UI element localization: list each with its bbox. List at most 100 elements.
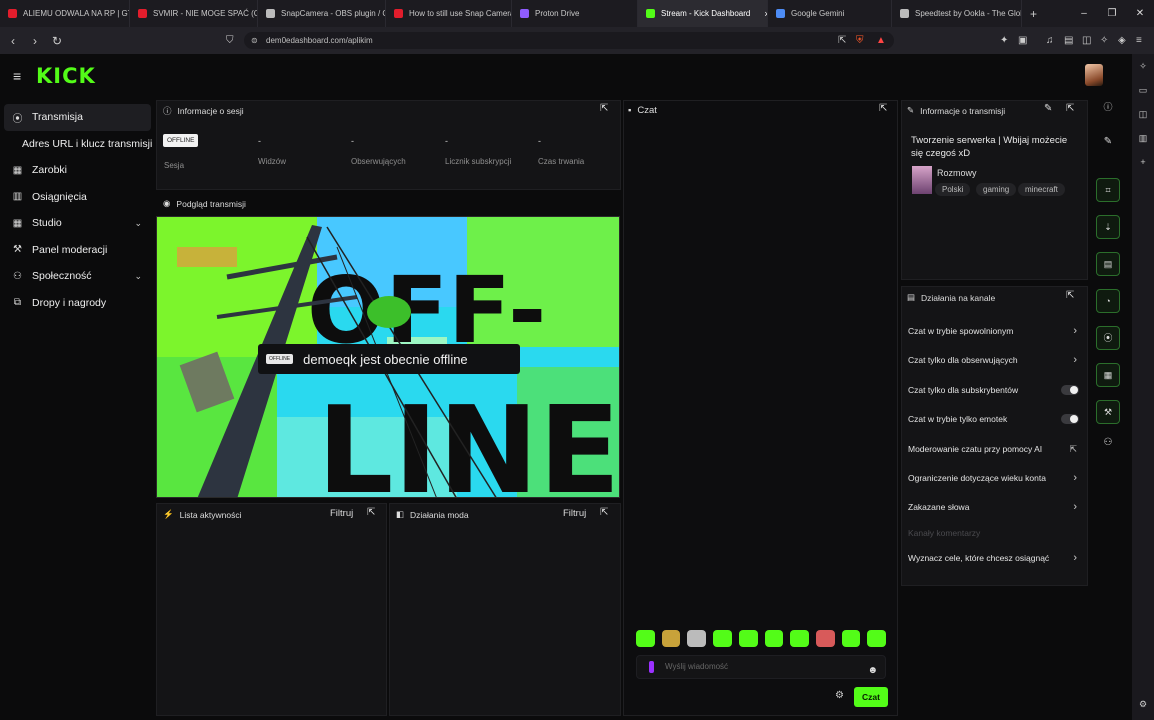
bookmarks-icon[interactable]: ▥: [1132, 126, 1154, 150]
emote-icon[interactable]: [790, 630, 809, 647]
layout-icon[interactable]: ▦: [1096, 363, 1120, 387]
vpn-icon[interactable]: ◈: [1118, 27, 1126, 54]
sidebar-item-dropy[interactable]: ⧉ Dropy i nagrody: [0, 290, 154, 317]
emote-icon[interactable]: [661, 630, 681, 647]
wallet-icon[interactable]: ◫: [1082, 27, 1091, 54]
raid-icon[interactable]: ⇣: [1096, 215, 1120, 239]
browser-menu-icon[interactable]: ≡: [1136, 27, 1142, 54]
reload-icon[interactable]: ↻: [48, 34, 66, 48]
forward-icon[interactable]: ›: [26, 34, 44, 48]
sidebar-item-studio[interactable]: ▦ Studio ⌄: [0, 210, 154, 237]
chat-settings-icon[interactable]: ⚙: [835, 690, 844, 701]
sidebar-item-transmisja[interactable]: ⦿ Transmisja: [4, 104, 151, 131]
bookmark-icon[interactable]: ⛉: [226, 27, 234, 54]
popout-icon[interactable]: ⇱: [879, 103, 887, 114]
emote-icon[interactable]: [738, 630, 758, 647]
site-info-icon[interactable]: ⊜: [251, 32, 258, 49]
emote-icon[interactable]: [841, 630, 861, 647]
broadcast-icon[interactable]: ⦿: [1096, 326, 1120, 350]
screenshot-icon[interactable]: ▣: [1018, 27, 1027, 54]
tab-favicon-icon: [266, 9, 275, 18]
panel-settings-icon[interactable]: ⚙: [1132, 692, 1154, 716]
clip-icon[interactable]: ⌗: [1096, 178, 1120, 202]
channel-setting-row[interactable]: Czat tylko dla obserwujących ›: [908, 350, 1083, 370]
url-field[interactable]: ⊜ dem0edashboard.com/aplikim: [244, 32, 894, 49]
channel-setting-row[interactable]: Ograniczenie dotyczące wieku konta ›: [908, 468, 1083, 488]
leo-icon[interactable]: ✧: [1100, 27, 1108, 54]
sidebar-item-zarobki[interactable]: ▦ Zarobki: [0, 157, 154, 184]
browser-tab[interactable]: Speedtest by Ookla - The Glob: [892, 0, 1022, 27]
browser-tab[interactable]: SVMIR - NIE MOGE SPAĆ (Offi: [130, 0, 258, 27]
popout-icon[interactable]: ⇱: [1066, 290, 1074, 301]
emote-icon[interactable]: [713, 630, 732, 647]
close-button[interactable]: ✕: [1126, 0, 1154, 27]
edit-icon[interactable]: ✎: [1044, 103, 1052, 114]
emote-icon[interactable]: [764, 630, 784, 647]
tag-chip: minecraft: [1018, 183, 1065, 196]
avatar[interactable]: [1085, 64, 1103, 86]
wallet-icon[interactable]: ◫: [1132, 102, 1154, 126]
rewards-icon[interactable]: ▲: [876, 27, 886, 54]
tab-label: Google Gemini: [791, 9, 845, 18]
emote-icon[interactable]: [815, 630, 835, 647]
community-icon[interactable]: ⚇: [1094, 437, 1122, 453]
channel-setting-row[interactable]: Czat tylko dla subskrybentów: [908, 380, 1083, 400]
brave-shield-icon[interactable]: ⛨: [856, 27, 864, 54]
channel-setting-row[interactable]: Czat w trybie tylko emotek: [908, 409, 1083, 429]
reading-list-icon[interactable]: ▭: [1132, 78, 1154, 102]
edit-icon[interactable]: ✎: [1094, 136, 1122, 152]
chat-input[interactable]: Wyślij wiadomość ☻: [636, 655, 886, 679]
channel-setting-label: Ograniczenie dotyczące wieku konta: [908, 473, 1046, 483]
wrench-icon[interactable]: ⚒: [1096, 400, 1120, 424]
send-chat-button[interactable]: Czat: [854, 687, 888, 707]
browser-tab[interactable]: SnapCamera - OBS plugin / Co: [258, 0, 386, 27]
maximize-button[interactable]: ❐: [1098, 0, 1126, 27]
add-panel-icon[interactable]: +: [1132, 150, 1154, 174]
popout-icon[interactable]: ⇱: [600, 103, 608, 114]
browser-tab[interactable]: How to still use Snap Camera: [386, 0, 512, 27]
channel-setting-row[interactable]: Czat w trybie spowolnionym ›: [908, 321, 1083, 341]
sidebar-item-stream-key[interactable]: Adres URL i klucz transmisji: [0, 131, 154, 158]
share-icon[interactable]: ⇱: [838, 27, 846, 54]
back-icon[interactable]: ‹: [4, 34, 22, 48]
channel-setting-row[interactable]: Kanały komentarzy: [908, 523, 1083, 543]
info-icon[interactable]: ⓘ: [1094, 100, 1122, 116]
emote-icon[interactable]: [636, 630, 655, 647]
sidebar-item-label: Panel moderacji: [32, 243, 108, 256]
channel-setting-row[interactable]: Zakazane słowa ›: [908, 497, 1083, 517]
mod-filter-button[interactable]: Filtruj: [563, 508, 586, 519]
session-info-header: ⓘ Informacje o sesji: [163, 105, 244, 117]
extensions-icon[interactable]: ✦: [1000, 27, 1008, 54]
popout-icon[interactable]: ⇱: [367, 507, 375, 518]
channel-setting-row[interactable]: Moderowanie czatu przy pomocy AI ⇱: [908, 439, 1083, 459]
channel-actions-title: Działania na kanale: [921, 292, 996, 303]
kick-logo[interactable]: KICK: [36, 64, 96, 88]
channel-setting-row[interactable]: Wyznacz cele, które chcesz osiągnąć ›: [908, 548, 1083, 568]
minimize-button[interactable]: –: [1070, 0, 1098, 27]
browser-tab[interactable]: Stream - Kick Dashboard×: [638, 0, 768, 27]
media-icon[interactable]: ♫: [1046, 27, 1054, 54]
emote-icon[interactable]: [867, 630, 887, 647]
sidebar-item-spolecznosc[interactable]: ⚇ Społeczność ⌄: [0, 263, 154, 290]
chat-bubble-icon[interactable]: ◔: [1096, 289, 1120, 313]
sidebar-item-label: Studio: [32, 217, 62, 230]
popout-icon[interactable]: ⇱: [600, 507, 608, 518]
browser-tab[interactable]: Proton Drive: [512, 0, 638, 27]
toggle-switch[interactable]: [1061, 385, 1079, 395]
new-tab-button[interactable]: +: [1030, 7, 1037, 21]
browser-tab[interactable]: ALIEMU ODWALA NA RP | GTA: [0, 0, 130, 27]
browser-tab[interactable]: Google Gemini: [768, 0, 892, 27]
toggle-switch[interactable]: [1061, 414, 1079, 424]
activity-filter-button[interactable]: Filtruj: [330, 508, 353, 519]
emote-icon[interactable]: [687, 630, 707, 647]
menu-icon[interactable]: ≡: [13, 68, 21, 84]
sidebar-item-osiagniecia[interactable]: ▥ Osiągnięcia: [0, 184, 154, 211]
sidebar-item-moderacja[interactable]: ⚒ Panel moderacji: [0, 237, 154, 264]
popout-icon[interactable]: ⇱: [1066, 103, 1074, 114]
emoji-icon[interactable]: ☻: [867, 660, 878, 682]
leo-icon[interactable]: ✧: [1132, 54, 1154, 78]
sidebar-toggle-icon[interactable]: ▤: [1064, 27, 1073, 54]
mic-icon[interactable]: [649, 661, 654, 673]
poll-icon[interactable]: ▤: [1096, 252, 1120, 276]
edit-icon: ✎: [907, 105, 915, 115]
